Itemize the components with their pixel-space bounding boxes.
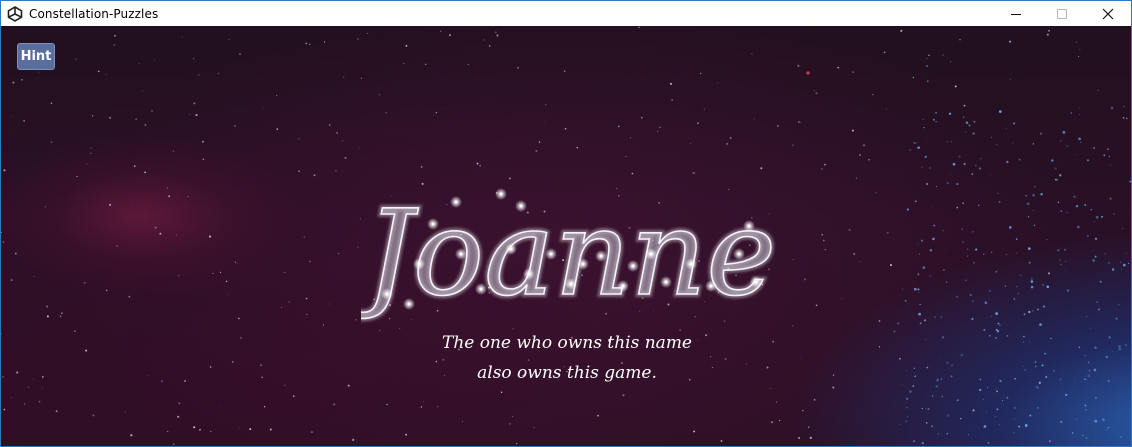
caption-line-2: also owns this game. — [477, 363, 657, 383]
maximize-icon[interactable] — [1039, 1, 1085, 26]
close-icon[interactable] — [1085, 1, 1131, 26]
hint-button[interactable]: Hint — [17, 43, 55, 70]
app-window: Constellation-Puzzles Hint Joanne Joanne… — [0, 0, 1132, 447]
window-controls — [993, 1, 1131, 26]
minimize-icon[interactable] — [993, 1, 1039, 26]
unity-icon — [7, 5, 23, 22]
window-title: Constellation-Puzzles — [29, 6, 159, 21]
constellation-name: Joanne — [361, 184, 776, 322]
constellation-joanne[interactable]: Joanne Joanne — [361, 154, 781, 329]
title-bar[interactable]: Constellation-Puzzles — [1, 1, 1131, 26]
caption-line-1: The one who owns this name — [441, 333, 692, 353]
puzzle-caption: The one who owns this name also owns thi… — [367, 328, 767, 388]
game-viewport[interactable]: Hint Joanne Joanne The one who owns this… — [1, 26, 1131, 446]
